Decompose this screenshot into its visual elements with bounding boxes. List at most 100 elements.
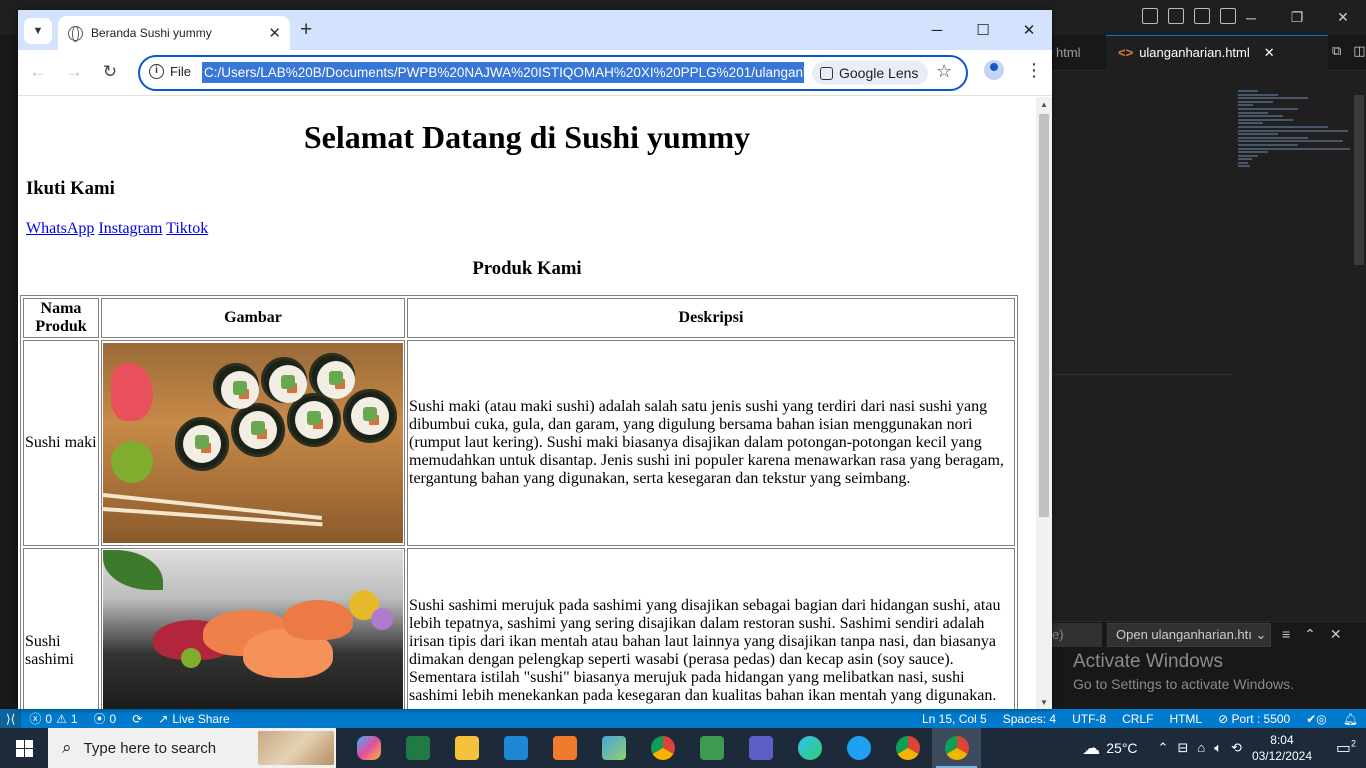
vscode-minimize-button[interactable]: ─ <box>1228 0 1274 35</box>
notification-count: 2 <box>1351 738 1357 749</box>
info-icon[interactable]: i <box>149 64 164 79</box>
kebab-menu-icon[interactable]: ⋮ <box>1025 60 1043 80</box>
instagram-link[interactable]: Instagram <box>98 220 162 237</box>
taskbar-teams[interactable] <box>736 728 785 768</box>
edge-icon <box>846 736 871 760</box>
search-highlight-image[interactable] <box>258 731 334 765</box>
taskbar-sheets-app[interactable] <box>687 728 736 768</box>
chrome-maximize-button[interactable]: ☐ <box>960 10 1006 50</box>
address-bar[interactable]: i File C:/Users/LAB%20B/Documents/PWPB%2… <box>138 55 968 91</box>
maki-roll-shape <box>175 417 229 471</box>
forward-arrow-icon[interactable]: → <box>64 62 84 82</box>
toggle-sidebar-icon[interactable] <box>1142 8 1158 24</box>
tab-search-button[interactable]: ▼ <box>24 18 52 44</box>
open-preview-icon[interactable]: ⧉ <box>1332 43 1341 59</box>
live-server-port[interactable]: ⊘ Port : 5500 <box>1210 712 1298 726</box>
end-of-line[interactable]: CRLF <box>1114 712 1161 726</box>
taskbar-excel[interactable] <box>393 728 442 768</box>
vscode-tab-close-icon[interactable]: ✕ <box>1264 45 1275 71</box>
split-editor-icon[interactable]: ◫ <box>1353 43 1365 59</box>
vscode-restore-button[interactable]: ❐ <box>1274 0 1320 35</box>
bookmark-star-icon[interactable]: ☆ <box>936 61 952 82</box>
encoding[interactable]: UTF-8 <box>1064 712 1114 726</box>
clock[interactable]: 8:04 03/12/2024 <box>1252 732 1312 764</box>
run-icon[interactable]: ⟳ <box>124 712 150 726</box>
vscode-tab-active[interactable]: <> ulanganharian.html ✕ <box>1106 35 1328 71</box>
page-title: Selamat Datang di Sushi yummy <box>303 119 751 155</box>
vscode-divider <box>1052 374 1232 375</box>
tab-close-icon[interactable]: ✕ <box>268 24 281 42</box>
taskbar-chrome[interactable] <box>638 728 687 768</box>
device-icon[interactable]: ⊟ <box>1177 740 1188 756</box>
notifications-bell-icon[interactable]: 🔔︎ <box>1335 712 1366 726</box>
google-lens-button[interactable]: Google Lens <box>812 61 929 85</box>
ports-indicator[interactable]: ⦿ 0 <box>86 710 125 727</box>
taskbar-chrome-profile[interactable] <box>883 728 932 768</box>
url-text[interactable]: C:/Users/LAB%20B/Documents/PWPB%20NAJWA%… <box>202 62 804 83</box>
vscode-minimap[interactable] <box>1238 90 1358 200</box>
profile-avatar-icon[interactable] <box>984 60 1004 80</box>
taskbar-search-box[interactable]: ⌕ Type here to search <box>48 728 336 768</box>
output-channel-select[interactable]: Open ulanganharian.htı ⌄ <box>1107 623 1271 647</box>
taskbar-edge[interactable] <box>785 728 834 768</box>
reload-icon[interactable]: ↻ <box>100 62 120 82</box>
vscode-close-button[interactable]: ✕ <box>1320 0 1366 35</box>
taskbar-xampp[interactable] <box>540 728 589 768</box>
scroll-down-icon[interactable]: ▼ <box>1040 698 1048 707</box>
activate-windows-watermark: Activate Windows Go to Settings to activ… <box>1073 651 1294 692</box>
close-panel-icon[interactable]: ✕ <box>1330 626 1342 643</box>
new-tab-button[interactable]: + <box>300 19 312 40</box>
page-scrollbar[interactable]: ▲ ▼ <box>1036 97 1052 709</box>
tab-title: Beranda Sushi yummy <box>91 26 212 40</box>
taskbar-vscode[interactable] <box>491 728 540 768</box>
copilot-icon[interactable]: ✔︎◎ <box>1298 712 1335 726</box>
clear-output-icon[interactable]: ≡ <box>1282 626 1290 643</box>
sync-icon[interactable]: ⟲ <box>1231 740 1242 756</box>
ports-count: 0 <box>109 711 117 726</box>
panel-filter-input[interactable]: e) <box>1052 623 1102 647</box>
notification-center-icon[interactable]: ▭2 <box>1326 738 1366 758</box>
chrome-icon <box>650 736 675 760</box>
sushi-sashimi-image <box>103 550 403 709</box>
maki-roll-shape <box>261 357 307 403</box>
vscode-editor-scrollbar[interactable] <box>1354 95 1364 265</box>
volume-icon[interactable]: 🔈︎ <box>1214 740 1222 756</box>
taskbar-edge-alt[interactable] <box>834 728 883 768</box>
page-viewport[interactable]: Selamat Datang di Sushi yummy Ikuti Kami… <box>18 97 1052 709</box>
cursor-position[interactable]: Ln 15, Col 5 <box>914 712 995 726</box>
maximize-panel-icon[interactable]: ⌃ <box>1304 626 1316 643</box>
taskbar-file-explorer[interactable] <box>442 728 491 768</box>
start-button[interactable] <box>0 728 48 768</box>
vscode-tab-inactive[interactable]: html <box>1052 35 1106 71</box>
html-file-icon: <> <box>1118 45 1134 60</box>
toggle-secondary-sidebar-icon[interactable] <box>1194 8 1210 24</box>
taskbar-chrome-active[interactable] <box>932 728 981 768</box>
table-row: Sushi maki Sushi maki (atau maki sushi) … <box>23 340 1015 546</box>
chevron-up-icon[interactable]: ⌃ <box>1158 740 1169 756</box>
scrollbar-thumb[interactable] <box>1039 114 1049 517</box>
chrome-close-button[interactable]: ✕ <box>1006 10 1052 50</box>
toggle-panel-icon[interactable] <box>1168 8 1184 24</box>
indentation[interactable]: Spaces: 4 <box>995 712 1064 726</box>
language-mode[interactable]: HTML <box>1161 712 1210 726</box>
browser-tab[interactable]: Beranda Sushi yummy ✕ <box>58 16 290 50</box>
tiktok-link[interactable]: Tiktok <box>166 220 208 237</box>
maki-roll-shape <box>309 353 355 399</box>
products-table: Nama Produk Gambar Deskripsi Sushi maki <box>20 295 1018 709</box>
whatsapp-link[interactable]: WhatsApp <box>26 220 94 237</box>
scroll-up-icon[interactable]: ▲ <box>1040 100 1048 109</box>
weather-widget[interactable]: ☁ 25°C <box>1082 738 1137 759</box>
taskbar-apps <box>344 728 981 768</box>
problems-indicator[interactable]: ⓧ 0 ⚠ 1 <box>21 710 85 727</box>
maki-roll-shape <box>231 403 285 457</box>
copilot-icon <box>356 736 381 760</box>
chrome-minimize-button[interactable]: ─ <box>914 10 960 50</box>
live-share-button[interactable]: ↗ Live Share <box>150 712 237 726</box>
remote-indicator-icon[interactable]: ⟩⟨ <box>0 709 22 728</box>
windows-taskbar: ⌕ Type here to search ☁ 25°C ⌃ ⊟ ⌂ 🔈︎ ⟲ <box>0 728 1366 768</box>
back-arrow-icon[interactable]: ← <box>28 62 48 82</box>
taskbar-box-app[interactable] <box>589 728 638 768</box>
network-icon[interactable]: ⌂ <box>1197 740 1205 756</box>
taskbar-copilot[interactable] <box>344 728 393 768</box>
windows-logo-icon <box>15 739 33 757</box>
